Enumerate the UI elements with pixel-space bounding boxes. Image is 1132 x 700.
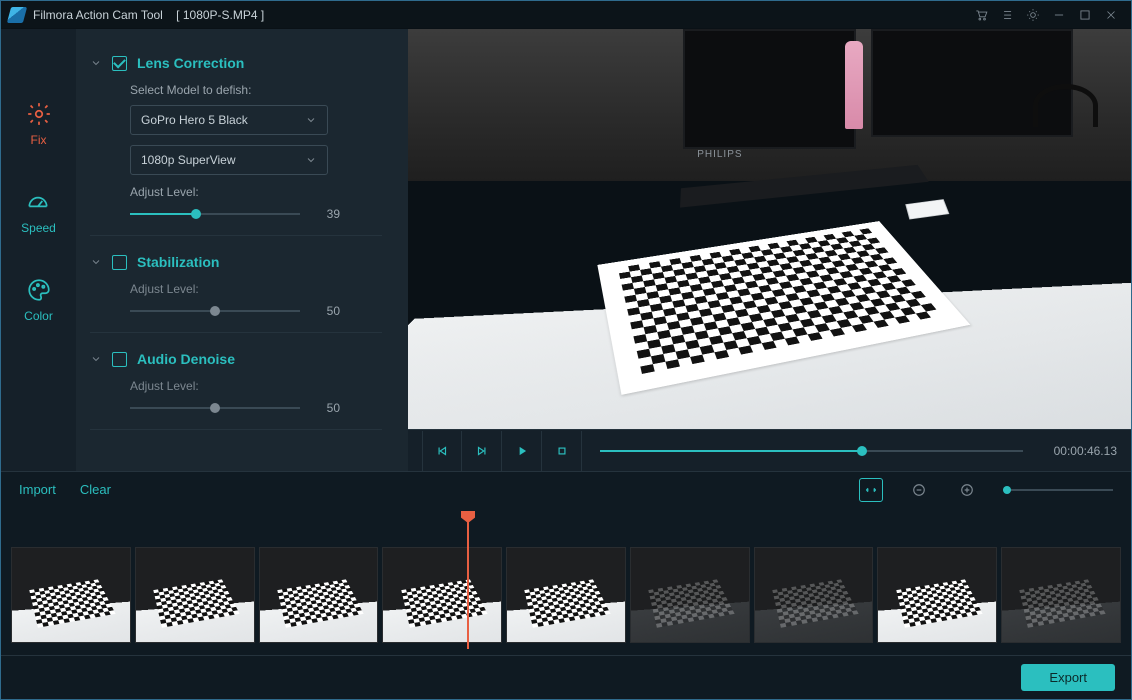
export-button[interactable]: Export (1021, 664, 1115, 691)
checkbox-stabilization[interactable] (112, 255, 127, 270)
chevron-down-icon (90, 256, 102, 268)
timeline-thumbnail[interactable] (259, 547, 379, 643)
app-title: Filmora Action Cam Tool [ 1080P-S.MP4 ] (33, 8, 264, 22)
seek-slider[interactable] (600, 444, 1023, 458)
import-button[interactable]: Import (19, 482, 56, 497)
brightness-icon[interactable] (1021, 5, 1045, 25)
section-title-denoise: Audio Denoise (137, 351, 235, 367)
divider (90, 332, 382, 333)
palette-icon (26, 277, 52, 303)
goto-end-button[interactable] (462, 431, 502, 471)
section-header-stabilization[interactable]: Stabilization (90, 250, 382, 274)
stop-button[interactable] (542, 431, 582, 471)
zoom-in-button[interactable] (955, 478, 979, 502)
preview-pane: PHILIPS 00:00:46 (408, 29, 1131, 471)
section-title-stabilization: Stabilization (137, 254, 219, 270)
monitor-brand-label: PHILIPS (697, 149, 742, 160)
zoom-out-button[interactable] (907, 478, 931, 502)
value-stab-level: 50 (314, 304, 340, 318)
label-lens-adjust: Adjust Level: (130, 185, 382, 199)
tab-fix[interactable]: Fix (26, 101, 52, 147)
app-logo-icon (7, 7, 27, 23)
timeline-thumbnail[interactable] (11, 547, 131, 643)
section-audio-denoise: Audio Denoise Adjust Level: 50 (90, 347, 382, 415)
playback-time: 00:00:46.13 (1041, 444, 1117, 458)
app-window: Filmora Action Cam Tool [ 1080P-S.MP4 ] … (0, 0, 1132, 700)
timeline-thumbnail[interactable] (506, 547, 626, 643)
timeline[interactable] (1, 507, 1131, 655)
section-header-denoise[interactable]: Audio Denoise (90, 347, 382, 371)
timeline-thumbnail[interactable] (1001, 547, 1121, 643)
section-title-lens: Lens Correction (137, 55, 244, 71)
chevron-down-icon (90, 57, 102, 69)
select-video-mode-value: 1080p SuperView (141, 153, 236, 167)
video-frame: PHILIPS (408, 29, 1131, 429)
clear-button[interactable]: Clear (80, 482, 111, 497)
chevron-down-icon (305, 154, 317, 166)
speedometer-icon (25, 189, 51, 215)
select-camera-model[interactable]: GoPro Hero 5 Black (130, 105, 328, 135)
chevron-down-icon (305, 114, 317, 126)
timeline-thumbnail[interactable] (135, 547, 255, 643)
timeline-thumbnail[interactable] (382, 547, 502, 643)
settings-panel: Lens Correction Select Model to defish: … (76, 29, 408, 471)
timeline-thumbnail[interactable] (630, 547, 750, 643)
maximize-button[interactable] (1073, 5, 1097, 25)
chevron-down-icon (90, 353, 102, 365)
divider (90, 429, 382, 430)
cart-icon[interactable] (969, 5, 993, 25)
tab-speed-label: Speed (21, 221, 56, 235)
value-denoise-level: 50 (314, 401, 340, 415)
timeline-thumbnail[interactable] (877, 547, 997, 643)
goto-start-button[interactable] (422, 431, 462, 471)
checkbox-lens-correction[interactable] (112, 56, 127, 71)
tab-speed[interactable]: Speed (21, 189, 56, 235)
slider-stab-level (130, 304, 300, 318)
section-stabilization: Stabilization Adjust Level: 50 (90, 250, 382, 318)
select-camera-model-value: GoPro Hero 5 Black (141, 113, 248, 127)
slider-denoise-level (130, 401, 300, 415)
playback-controls: 00:00:46.13 (408, 429, 1131, 471)
label-stab-adjust: Adjust Level: (130, 282, 382, 296)
tab-color[interactable]: Color (24, 277, 53, 323)
app-name: Filmora Action Cam Tool (33, 8, 163, 22)
main-area: Fix Speed Color Lens Correction (1, 29, 1131, 471)
open-filename: [ 1080P-S.MP4 ] (176, 8, 264, 22)
timeline-thumbnail[interactable] (754, 547, 874, 643)
select-video-mode[interactable]: 1080p SuperView (130, 145, 328, 175)
checkbox-audio-denoise[interactable] (112, 352, 127, 367)
label-select-model: Select Model to defish: (130, 83, 382, 97)
timeline-toolbar: Import Clear (1, 471, 1131, 507)
side-tabs: Fix Speed Color (1, 29, 76, 471)
gear-icon (26, 101, 52, 127)
video-preview[interactable]: PHILIPS (408, 29, 1131, 429)
clip-strip (11, 547, 1121, 643)
section-header-lens[interactable]: Lens Correction (90, 51, 382, 75)
footer: Export (1, 655, 1131, 699)
titlebar: Filmora Action Cam Tool [ 1080P-S.MP4 ] (1, 1, 1131, 29)
list-icon[interactable] (995, 5, 1019, 25)
close-button[interactable] (1099, 5, 1123, 25)
value-lens-level: 39 (314, 207, 340, 221)
divider (90, 235, 382, 236)
section-lens-correction: Lens Correction Select Model to defish: … (90, 51, 382, 221)
minimize-button[interactable] (1047, 5, 1071, 25)
tab-color-label: Color (24, 309, 53, 323)
fit-button[interactable] (859, 478, 883, 502)
label-denoise-adjust: Adjust Level: (130, 379, 382, 393)
slider-lens-level[interactable] (130, 207, 300, 221)
tab-fix-label: Fix (31, 133, 47, 147)
zoom-slider[interactable] (1003, 483, 1113, 497)
playhead[interactable] (467, 513, 469, 649)
play-button[interactable] (502, 431, 542, 471)
